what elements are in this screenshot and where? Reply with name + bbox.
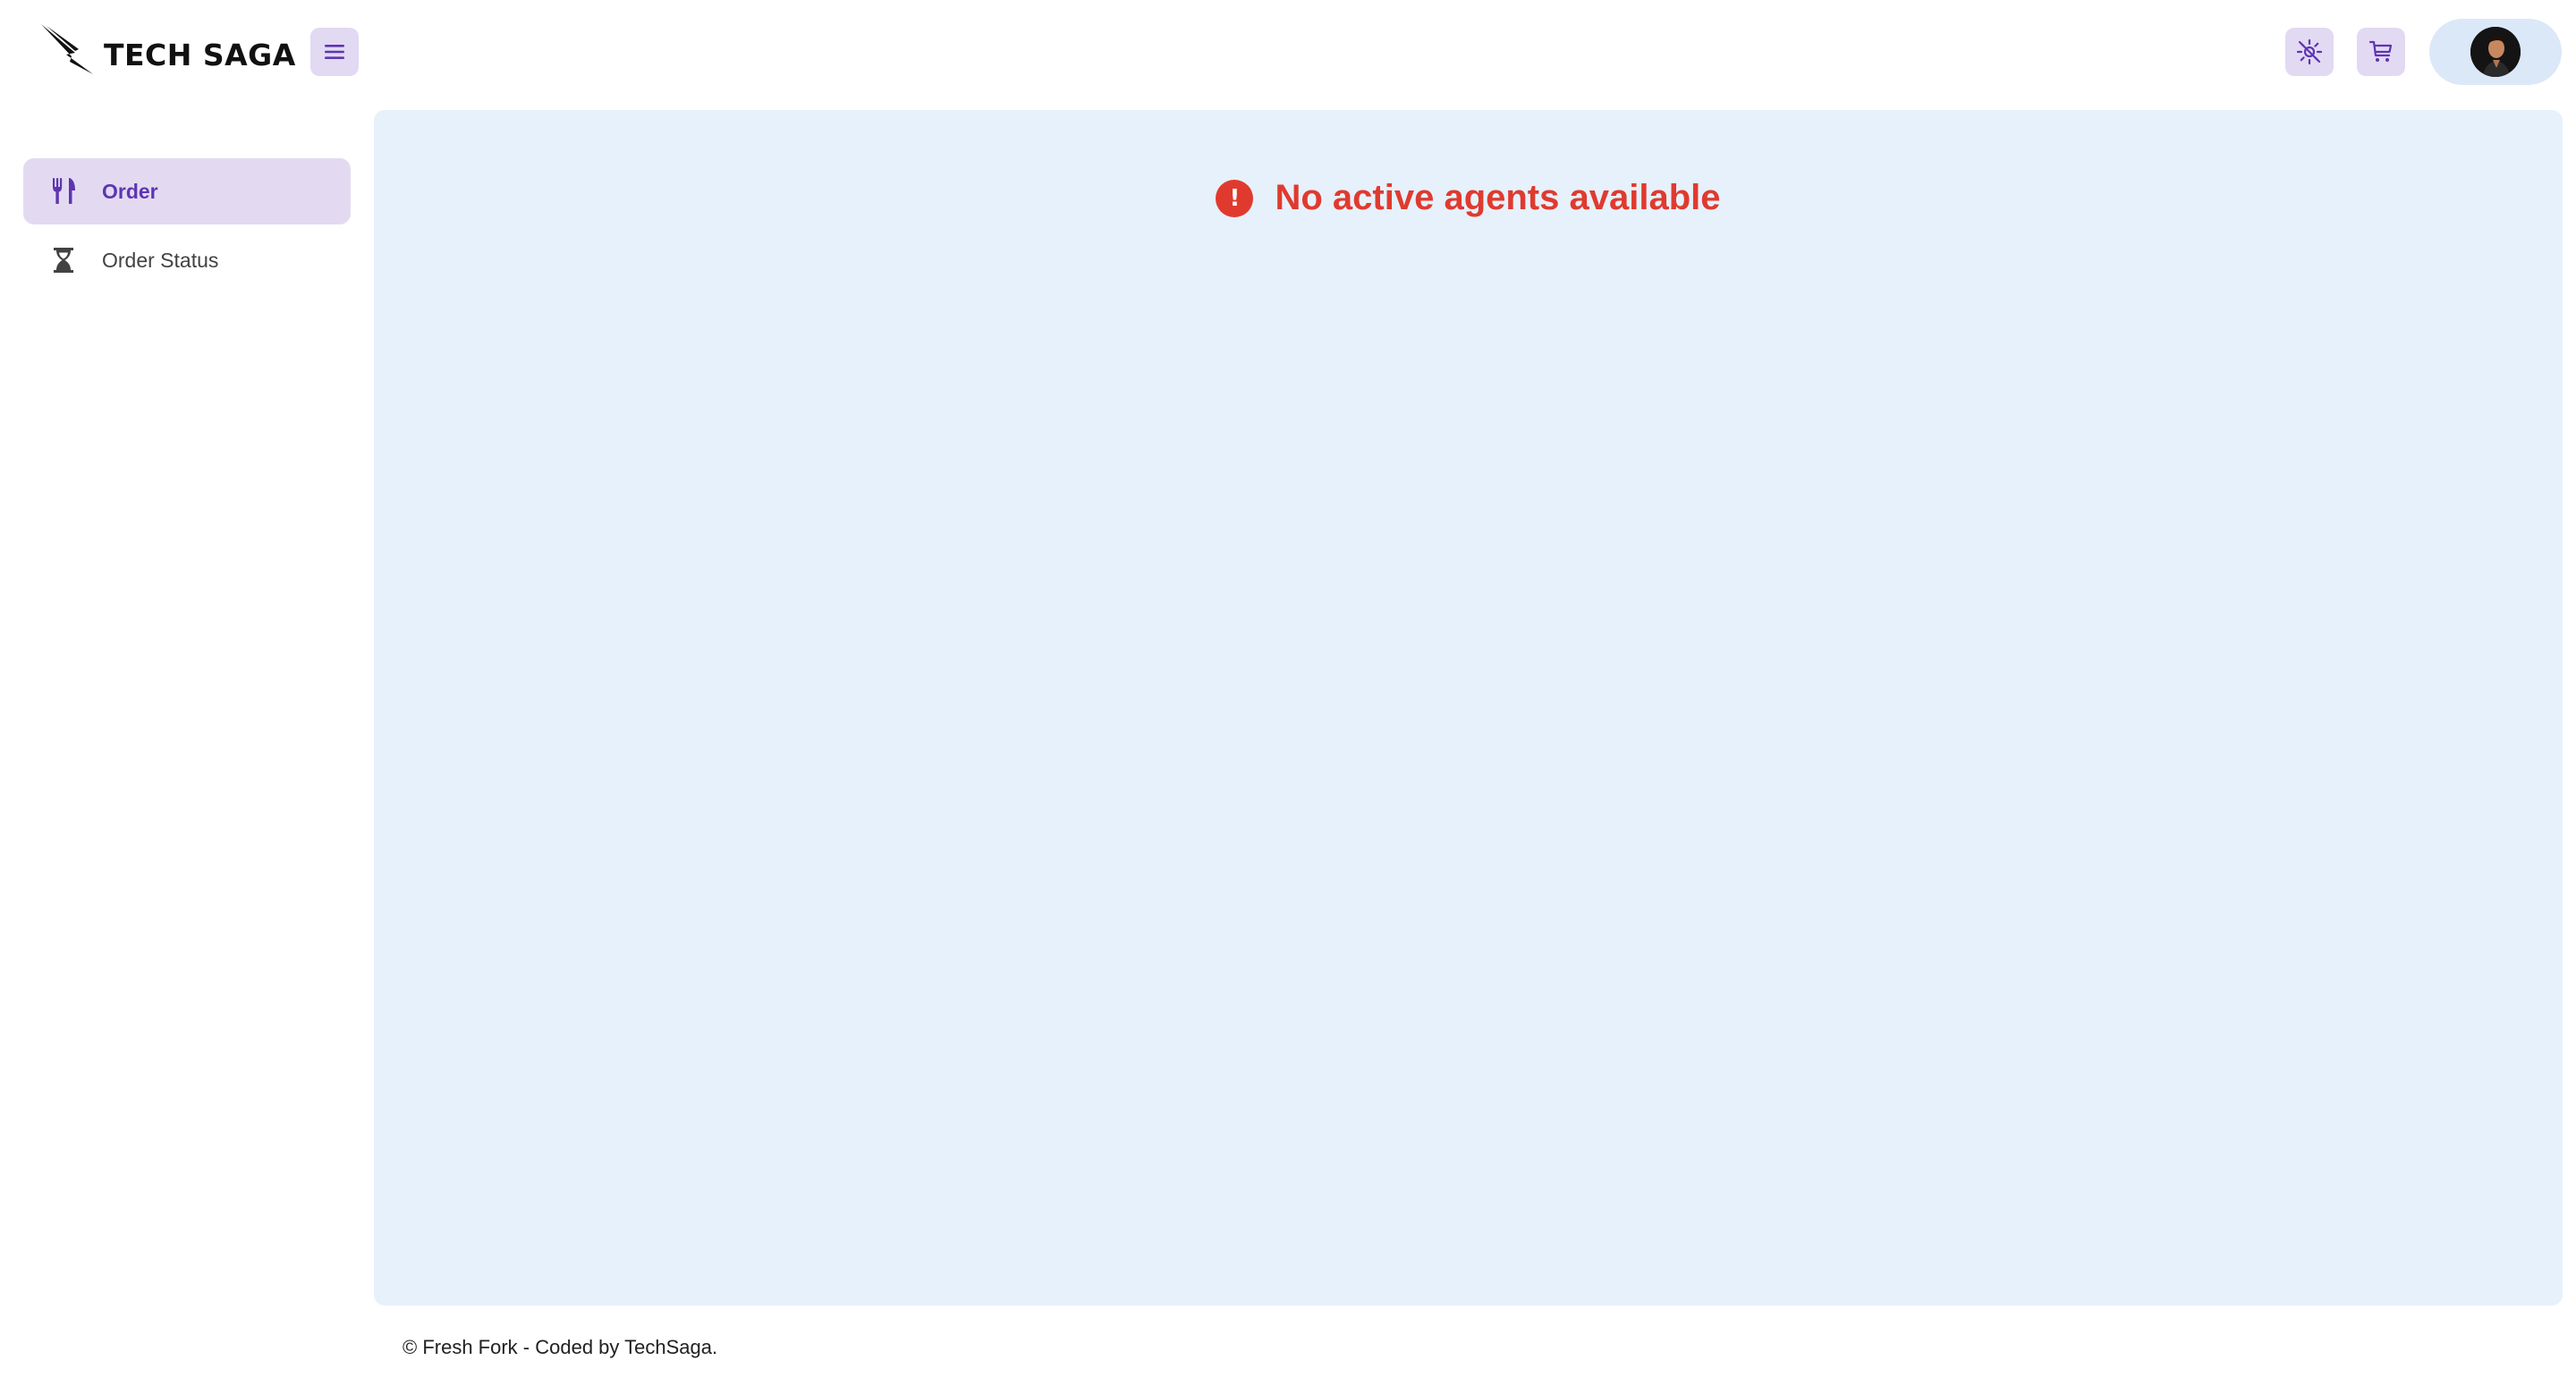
hourglass-icon bbox=[41, 247, 86, 274]
theme-toggle-button[interactable] bbox=[2285, 28, 2334, 76]
brand-name: TECH SAGA bbox=[104, 37, 296, 72]
alert-message: No active agents available bbox=[1275, 178, 1721, 217]
sidebar-item-order-status[interactable]: Order Status bbox=[23, 227, 351, 293]
shopping-cart-icon bbox=[2368, 40, 2393, 62]
fork-knife-icon bbox=[41, 177, 86, 206]
main-content: ! No active agents available bbox=[374, 110, 2563, 1306]
sidebar-item-label: Order bbox=[102, 179, 158, 203]
sun-theme-icon bbox=[2296, 38, 2323, 65]
hamburger-menu-icon bbox=[325, 45, 344, 59]
app-header: TECH SAGA bbox=[0, 0, 2576, 106]
footer-copyright: © Fresh Fork - Coded by TechSaga. bbox=[402, 1336, 718, 1358]
error-icon: ! bbox=[1216, 179, 1254, 217]
tech-saga-logo-icon bbox=[41, 24, 93, 74]
user-avatar bbox=[2470, 27, 2521, 77]
brand-logo[interactable]: TECH SAGA bbox=[39, 20, 296, 79]
no-agents-alert: ! No active agents available bbox=[374, 178, 2563, 218]
sidebar: Order Order Status bbox=[0, 106, 374, 1386]
sidebar-item-order[interactable]: Order bbox=[23, 158, 351, 224]
cart-button[interactable] bbox=[2357, 28, 2405, 76]
sidebar-item-label: Order Status bbox=[102, 248, 219, 272]
menu-toggle-button[interactable] bbox=[310, 28, 359, 76]
profile-menu-button[interactable] bbox=[2429, 19, 2562, 85]
avatar-image bbox=[2470, 27, 2521, 77]
